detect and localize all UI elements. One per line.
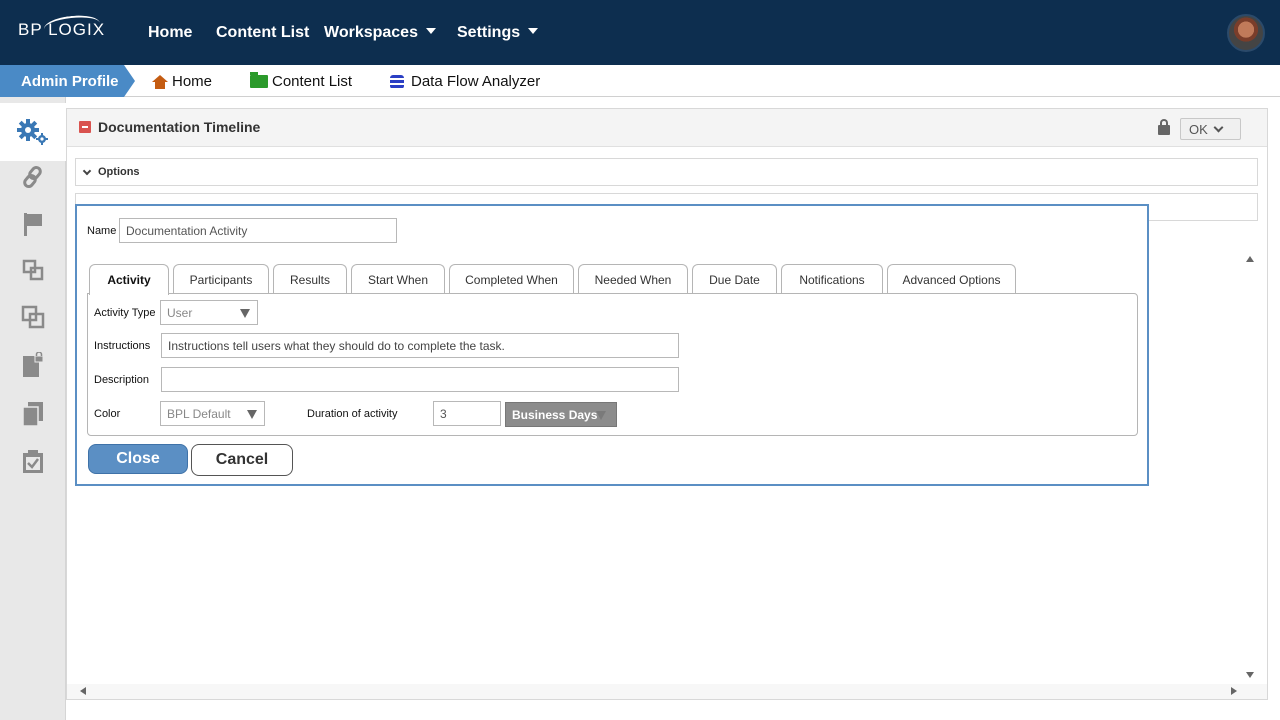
- folder-icon: [250, 72, 268, 88]
- tab-participants[interactable]: Participants: [173, 264, 269, 294]
- duration-unit-value: Business Days: [512, 408, 598, 422]
- sidebar-item-tasks[interactable]: [0, 440, 66, 484]
- activity-type-value: User: [167, 306, 193, 320]
- sidebar-item-nested[interactable]: [0, 248, 66, 292]
- left-sidebar: [0, 97, 66, 720]
- color-value: BPL Default: [167, 407, 231, 421]
- nav-workspaces[interactable]: Workspaces: [324, 24, 436, 42]
- activity-dialog: Name Documentation Activity Activity Par…: [75, 204, 1149, 486]
- duration-input[interactable]: 3: [433, 401, 501, 426]
- gears-icon: [17, 119, 48, 145]
- name-input[interactable]: Documentation Activity: [119, 218, 397, 243]
- activity-type-label: Activity Type: [94, 307, 156, 319]
- horizontal-scrollbar[interactable]: [67, 684, 1267, 699]
- duration-label: Duration of activity: [307, 408, 398, 420]
- close-button[interactable]: Close: [88, 444, 188, 474]
- sidebar-item-flags[interactable]: [0, 202, 66, 246]
- crumb-data-flow-analyzer[interactable]: Data Flow Analyzer: [390, 73, 540, 90]
- top-navigation-bar: BP LOGIX Home Content List Workspaces Se…: [0, 0, 1280, 65]
- name-label: Name: [87, 225, 117, 237]
- options-section-header[interactable]: Options: [75, 158, 1258, 186]
- caret-down-icon: [425, 28, 436, 34]
- crumb-data-flow-label: Data Flow Analyzer: [411, 73, 541, 90]
- crumb-home[interactable]: Home: [152, 73, 212, 90]
- options-label: Options: [98, 166, 140, 178]
- duration-unit-select[interactable]: Business Days: [505, 402, 617, 427]
- scroll-up-arrow[interactable]: [1246, 256, 1254, 262]
- sidebar-item-copies[interactable]: [0, 392, 66, 436]
- instructions-input[interactable]: Instructions tell users what they should…: [161, 333, 679, 358]
- dropdown-arrow-icon: [596, 411, 606, 420]
- description-input[interactable]: [161, 367, 679, 392]
- scroll-left-arrow[interactable]: [80, 687, 86, 695]
- tab-completed-when[interactable]: Completed When: [449, 264, 574, 294]
- tab-due-date[interactable]: Due Date: [692, 264, 777, 294]
- tab-results[interactable]: Results: [273, 264, 347, 294]
- nav-settings[interactable]: Settings: [457, 24, 539, 42]
- crumb-content-list-label: Content List: [272, 73, 353, 90]
- crumb-home-label: Home: [172, 73, 213, 90]
- nav-content-list[interactable]: Content List: [216, 24, 309, 42]
- description-label: Description: [94, 374, 150, 386]
- breadcrumb-bar: Admin Profile Home Content List Data Flo…: [0, 65, 1280, 97]
- caret-down-icon: [528, 28, 539, 34]
- lock-icon[interactable]: [1158, 119, 1170, 135]
- tab-needed-when[interactable]: Needed When: [578, 264, 688, 294]
- panel-title: Documentation Timeline: [98, 119, 261, 135]
- cancel-button[interactable]: Cancel: [191, 444, 293, 476]
- instructions-label: Instructions: [94, 340, 151, 352]
- activity-type-select[interactable]: User: [160, 300, 258, 325]
- sidebar-item-settings[interactable]: [0, 103, 66, 161]
- chevron-down-icon: [82, 166, 92, 176]
- scroll-down-arrow[interactable]: [1246, 672, 1254, 678]
- ok-label: OK: [1189, 122, 1208, 137]
- nav-home[interactable]: Home: [148, 24, 192, 42]
- overlap-squares-icon: [21, 305, 45, 329]
- color-select[interactable]: BPL Default: [160, 401, 265, 426]
- color-label: Color: [94, 408, 121, 420]
- sidebar-item-links[interactable]: [0, 155, 66, 199]
- scroll-right-arrow[interactable]: [1231, 687, 1237, 695]
- panel-header: Documentation Timeline OK: [67, 109, 1267, 147]
- sidebar-item-overlap[interactable]: [0, 295, 66, 339]
- logo: BP LOGIX: [18, 20, 106, 39]
- tab-activity[interactable]: Activity: [89, 264, 169, 295]
- home-icon: [152, 74, 168, 89]
- dropdown-arrow-icon: [240, 309, 250, 318]
- admin-tab-arrow: [124, 65, 135, 97]
- user-avatar[interactable]: [1227, 14, 1265, 52]
- copy-icon: [22, 402, 43, 427]
- timeline-document-icon: [79, 121, 91, 133]
- link-icon: [23, 165, 42, 189]
- tab-start-when[interactable]: Start When: [351, 264, 445, 294]
- database-icon: [390, 74, 404, 89]
- tab-notifications[interactable]: Notifications: [781, 264, 883, 294]
- ok-dropdown-button[interactable]: OK: [1180, 118, 1241, 140]
- dropdown-arrow-icon: [247, 410, 257, 419]
- nested-squares-icon: [22, 259, 44, 281]
- tab-advanced-options[interactable]: Advanced Options: [887, 264, 1016, 294]
- chevron-down-icon: [1213, 122, 1224, 133]
- crumb-content-list[interactable]: Content List: [250, 72, 353, 90]
- locked-document-icon: [23, 352, 44, 377]
- nav-settings-label: Settings: [457, 24, 521, 41]
- admin-profile-tab[interactable]: Admin Profile: [0, 65, 124, 97]
- sidebar-item-locked-docs[interactable]: [0, 343, 66, 387]
- checkbox-icon: [23, 450, 43, 473]
- flag-icon: [24, 213, 42, 236]
- activity-tab-content: Activity Type User Instructions Instruct…: [87, 293, 1138, 436]
- nav-workspaces-label: Workspaces: [324, 24, 418, 41]
